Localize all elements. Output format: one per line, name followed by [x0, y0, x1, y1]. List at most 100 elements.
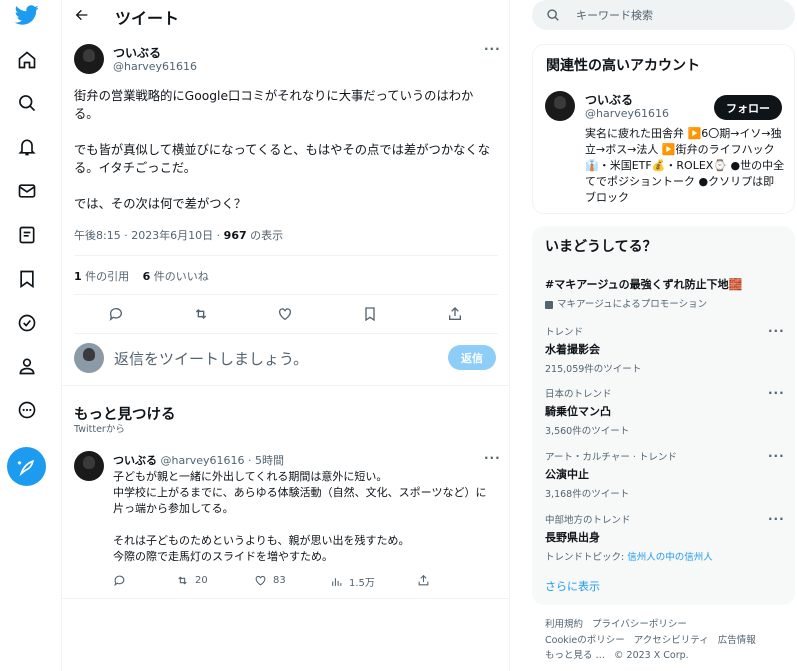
- trend-context: 日本のトレンド: [545, 389, 612, 400]
- trend-topic: トレンドトピック: 信州人の中の信州人: [545, 552, 713, 563]
- user-avatar[interactable]: [74, 343, 104, 373]
- more-options-icon[interactable]: ···: [768, 386, 785, 400]
- tweet-paragraph: でも皆が真似して横並びになってくると、もはやその点では差がつかなくなる。イタチご…: [74, 143, 491, 175]
- tweet-line: それは子どものためというよりも、親が思い出を残すため。: [113, 534, 410, 547]
- main-column: ツイート ついぶる @harvey61616 ··· 街弁の営業戦略的にGoog…: [61, 0, 510, 671]
- share-icon[interactable]: [445, 304, 465, 324]
- trend-name: 公演中止: [545, 468, 589, 481]
- share-icon: [418, 574, 429, 586]
- feather-icon: [17, 459, 34, 476]
- related-accounts-card: 関連性の高いアカウント ついぶる @harvey61616 フォロー 実名に疲れ…: [532, 44, 795, 214]
- explore-icon[interactable]: [7, 83, 47, 123]
- view-label: の表示: [246, 229, 284, 242]
- messages-icon[interactable]: [7, 171, 47, 211]
- search-input[interactable]: キーワード検索: [576, 7, 653, 23]
- twitter-logo-icon[interactable]: [7, 0, 47, 35]
- more-options-icon[interactable]: ···: [484, 451, 501, 465]
- more-options-icon[interactable]: ···: [768, 512, 785, 526]
- reply-input[interactable]: 返信をツイートしましょう。: [114, 348, 308, 369]
- page-title: ツイート: [115, 9, 180, 28]
- show-more-link[interactable]: さらに表示: [545, 578, 600, 594]
- search-bar[interactable]: キーワード検索: [532, 0, 795, 30]
- reply-action[interactable]: [113, 574, 126, 587]
- trend-item[interactable]: トレンド 水着撮影会 215,059件のツイート: [545, 324, 785, 375]
- author-handle[interactable]: @harvey61616 · 5時間: [161, 454, 285, 467]
- avatar[interactable]: [545, 91, 575, 121]
- view-count: 967: [223, 229, 247, 242]
- verified-icon[interactable]: [7, 303, 47, 343]
- trend-context: トレンド: [545, 327, 584, 338]
- account-bio: 実名に疲れた田舎弁 ▶️6〇期→イソ→独立→ボス→法人 ▶️街弁のライフハック👔…: [585, 127, 785, 204]
- footer-link-accessibility[interactable]: アクセシビリティ: [634, 635, 709, 646]
- trend-item[interactable]: 中部地方のトレンド 長野県出身 トレンドトピック: 信州人の中の信州人: [545, 512, 785, 563]
- tweet-paragraph: 街弁の営業戦略的にGoogle口コミがそれなりに大事だっていうのはわかる。: [74, 89, 474, 121]
- profile-icon[interactable]: [7, 346, 47, 386]
- more-options-icon[interactable]: ···: [484, 42, 501, 56]
- promoted-trend[interactable]: #マキアージュの最強くずれ防止下地🧱 マキアージュによるプロモーション: [545, 273, 785, 310]
- copyright: © 2023 X Corp.: [614, 650, 689, 661]
- lists-icon[interactable]: [7, 215, 47, 255]
- like-count: 83: [273, 575, 286, 586]
- views-count: 1.5万: [349, 578, 375, 589]
- tweet-timestamp[interactable]: 午後8:15 · 2023年6月10日 ·: [74, 229, 224, 242]
- trend-count: 3,560件のツイート: [545, 426, 630, 437]
- tweet-line: 片っ端から参加してる。: [113, 502, 234, 515]
- footer-link-terms[interactable]: 利用規約: [545, 619, 583, 630]
- footer-link-cookies[interactable]: Cookieのポリシー: [545, 635, 625, 646]
- section-subtitle: Twitterから: [74, 424, 125, 435]
- bookmark-icon[interactable]: [360, 304, 380, 324]
- trend-name: 水着撮影会: [545, 343, 600, 356]
- back-button[interactable]: [72, 5, 92, 25]
- card-title: 関連性の高いアカウント: [546, 58, 700, 74]
- retweet-action[interactable]: 20: [176, 574, 208, 587]
- tweet-text: 子どもが親と一緒に外出してくれる期間は意外に短い。 中学校に上がるまでに、あらゆ…: [113, 469, 498, 565]
- author-handle[interactable]: @harvey61616: [113, 60, 197, 73]
- quotes-link[interactable]: 1 件の引用: [74, 270, 129, 283]
- promoted-icon: [545, 300, 553, 309]
- tweet-meta: 午後8:15 · 2023年6月10日 · 967 の表示: [74, 227, 283, 243]
- bookmarks-icon[interactable]: [7, 259, 47, 299]
- footer: 利用規約 プライバシーポリシー Cookieのポリシー アクセシビリティ 広告情報 も…: [545, 617, 785, 664]
- likes-link[interactable]: 6 件のいいね: [143, 270, 209, 283]
- views-action[interactable]: 1.5万: [330, 574, 375, 589]
- avatar[interactable]: [74, 44, 104, 74]
- author-name[interactable]: ついぶる: [113, 44, 161, 61]
- retweet-count: 20: [195, 575, 208, 586]
- footer-link-privacy[interactable]: プライバシーポリシー: [592, 619, 687, 630]
- home-icon[interactable]: [7, 40, 47, 80]
- share-action[interactable]: [417, 574, 430, 587]
- follow-button[interactable]: フォロー: [714, 95, 782, 120]
- tweet-header: ついぶる @harvey61616 · 5時間: [113, 452, 284, 468]
- tweet-line: [113, 517, 498, 533]
- avatar[interactable]: [74, 451, 104, 481]
- more-options-icon[interactable]: ···: [768, 449, 785, 463]
- compose-tweet-button[interactable]: [7, 447, 46, 486]
- account-name[interactable]: ついぶる: [585, 91, 633, 108]
- trend-item[interactable]: アート・カルチャー · トレンド 公演中止 3,168件のツイート: [545, 449, 785, 500]
- trend-count: 215,059件のツイート: [545, 364, 642, 375]
- like-icon: [255, 575, 266, 586]
- header: ツイート: [62, 0, 509, 32]
- author-name[interactable]: ついぶる: [113, 454, 157, 467]
- back-arrow-icon: [75, 9, 88, 21]
- like-action[interactable]: 83: [254, 574, 286, 587]
- more-options-icon[interactable]: ···: [768, 324, 785, 338]
- footer-link-ads[interactable]: 広告情報: [718, 635, 756, 646]
- account-handle[interactable]: @harvey61616: [585, 107, 669, 120]
- reply-icon[interactable]: [106, 304, 126, 324]
- like-icon[interactable]: [275, 304, 295, 324]
- notifications-icon[interactable]: [7, 127, 47, 167]
- trends-card: いまどうしてる？ #マキアージュの最強くずれ防止下地🧱 マキアージュによるプロモ…: [532, 226, 795, 605]
- divider: [74, 294, 498, 295]
- trend-count: 3,168件のツイート: [545, 489, 630, 500]
- tweet-line: 中学校に上がるまでに、あらゆる体験活動（自然、文化、スポーツなど）に: [113, 486, 487, 499]
- trend-name: #マキアージュの最強くずれ防止下地🧱: [545, 278, 743, 291]
- reply-button[interactable]: 返信: [448, 345, 496, 370]
- trend-topic-link[interactable]: 信州人の中の信州人: [627, 552, 713, 563]
- footer-link-more[interactable]: もっと見る …: [545, 650, 605, 661]
- tweet-text: 街弁の営業戦略的にGoogle口コミがそれなりに大事だっていうのはわかる。 でも…: [74, 87, 494, 231]
- retweet-icon[interactable]: [191, 304, 211, 324]
- more-icon[interactable]: [7, 390, 47, 430]
- trend-item[interactable]: 日本のトレンド 騎乗位マン凸 3,560件のツイート: [545, 386, 785, 437]
- divider: [74, 255, 498, 256]
